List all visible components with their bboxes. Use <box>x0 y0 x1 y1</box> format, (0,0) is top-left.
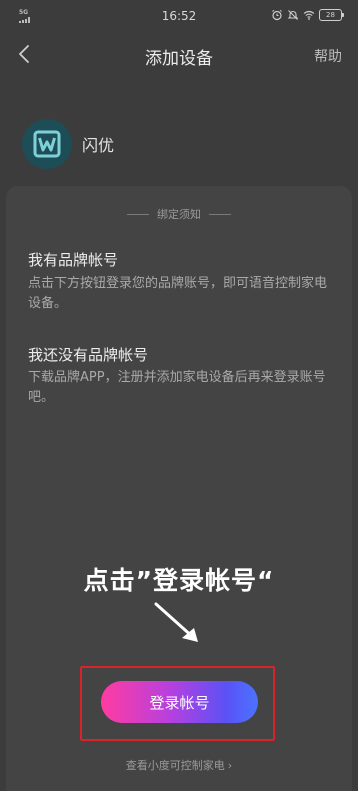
nav-bar: 添加设备 帮助 <box>0 32 358 78</box>
brand-row: 闪优 <box>22 119 114 169</box>
notice-title-text: 绑定须知 <box>157 208 201 221</box>
page-title: 添加设备 <box>145 49 213 69</box>
brand-name: 闪优 <box>82 136 115 155</box>
mute-icon <box>287 10 299 20</box>
xiaodu-link-label: 查看小度可控制家电 <box>125 759 225 772</box>
pointer-arrow-icon <box>154 602 198 642</box>
chevron-right-icon: › <box>227 759 233 772</box>
battery-icon: 28 <box>319 9 344 21</box>
wifi-icon <box>303 10 315 20</box>
login-account-button[interactable]: 登录帐号 <box>101 681 258 723</box>
section-text-has-account: 点击下方按钮登录您的品牌账号，即可语音控制家电设备。 <box>28 276 328 311</box>
status-bar: 5G 16:52 28 <box>0 0 358 32</box>
section-heading-has-account: 我有品牌帐号 <box>28 251 119 269</box>
help-link[interactable]: 帮助 <box>314 46 342 66</box>
notice-title: 绑定须知 <box>0 206 358 222</box>
divider <box>127 213 149 215</box>
status-icons: 28 <box>271 9 344 21</box>
section-heading-no-account: 我还没有品牌帐号 <box>28 346 149 364</box>
brand-logo <box>22 119 72 169</box>
instruction-annotation: 点击”登录帐号“ <box>83 566 275 595</box>
brand-logo-mark <box>33 130 61 158</box>
xiaodu-controllable-appliances-link[interactable]: 查看小度可控制家电 › <box>0 757 358 773</box>
section-text-no-account: 下载品牌APP，注册并添加家电设备后再来登录账号吧。 <box>28 370 326 405</box>
divider <box>209 213 231 215</box>
alarm-icon <box>272 9 282 21</box>
